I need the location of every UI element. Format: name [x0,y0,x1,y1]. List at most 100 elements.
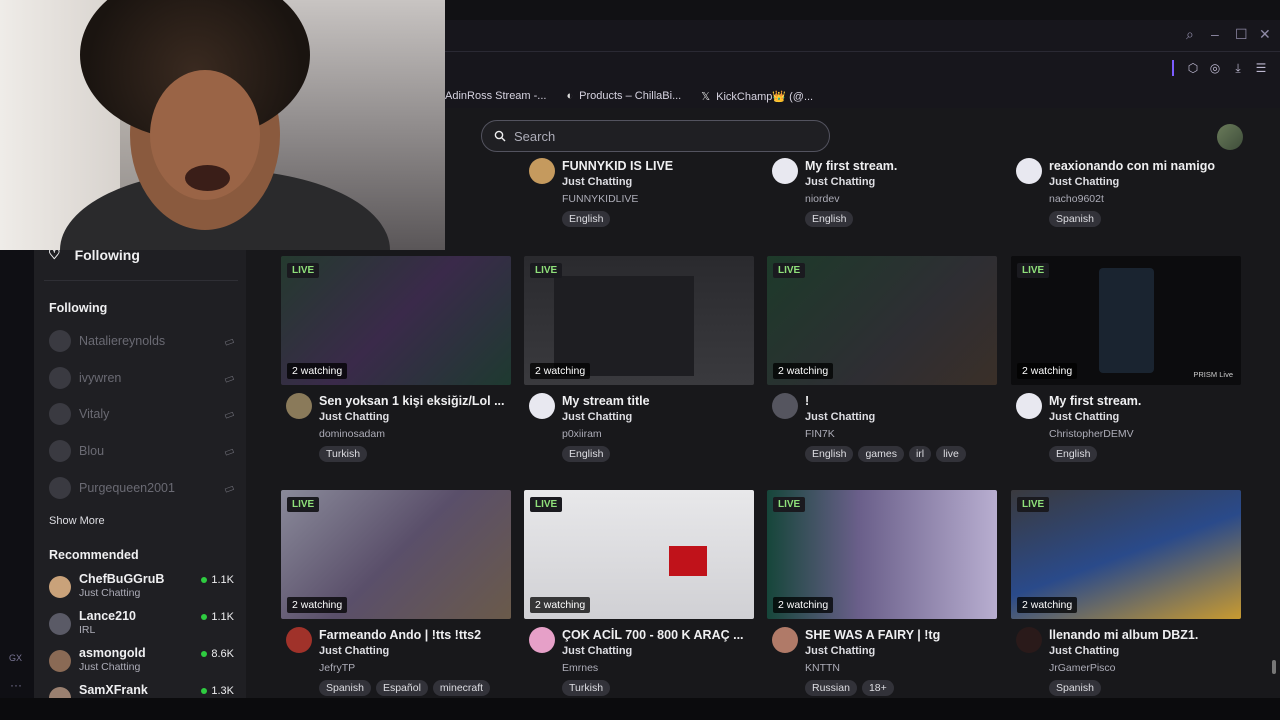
live-badge: LIVE [1017,263,1050,278]
viewer-count: 2 watching [287,597,348,613]
bookmarks-bar: AdinRoss Stream -... ◐ Products – Chilla… [445,84,1280,108]
tag[interactable]: Español [375,680,428,696]
tag[interactable]: irl [908,446,932,462]
stream-thumbnail[interactable]: LIVE 2 watching [767,256,997,385]
bookmark-adinross[interactable]: AdinRoss Stream -... [445,90,546,102]
channel-avatar[interactable] [1016,393,1042,419]
sidebar-divider [44,280,238,281]
tag[interactable]: Spanish [319,680,371,696]
sidebar-item-asmongold[interactable]: asmongold Just Chatting 8.6K [49,646,234,678]
scrollbar-thumb[interactable] [1272,660,1276,674]
video-off-icon: ▭ [222,444,236,459]
search-input[interactable]: Search [481,120,830,152]
live-dot [201,651,208,657]
sidebar-item-vitaly[interactable]: Vitaly ▭ [49,402,236,426]
avatar [49,440,71,462]
channel-avatar[interactable] [772,158,798,184]
toolbar-divider [1172,60,1174,76]
maximize-icon[interactable]: ☐ [1235,26,1248,43]
avatar [49,477,71,499]
channel-avatar[interactable] [529,627,555,653]
live-badge: LIVE [773,497,806,512]
globe-icon: ◐ [566,90,574,102]
sidebar-item-purgequeen2001[interactable]: Purgequeen2001 ▭ [49,476,236,500]
gx-logo[interactable]: GX [9,653,22,663]
tag[interactable]: Turkish [562,680,611,696]
bookmark-kickchamp[interactable]: 𝕏 KickChamp👑 (@... [701,90,813,103]
viewer-count: 2 watching [773,363,834,379]
avatar [49,403,71,425]
webcam-overlay [0,0,445,250]
channel-avatar[interactable] [1016,627,1042,653]
live-dot [201,614,208,620]
search-icon [494,130,506,142]
stream-thumbnail[interactable]: LIVE 2 watching PRISM Live [1011,256,1241,385]
extensions-icon[interactable]: ⬡ [1185,60,1201,76]
live-dot [201,688,208,694]
channel-avatar[interactable] [1016,158,1042,184]
sidebar-item-samxfrank[interactable]: SamXFrank 1.3K [49,683,234,698]
stream-thumbnail[interactable]: LIVE 2 watching [281,490,511,619]
stream-thumbnail[interactable]: LIVE 2 watching [1011,490,1241,619]
live-badge: LIVE [773,263,806,278]
profile-icon[interactable]: ◎ [1207,60,1223,76]
video-off-icon: ▭ [222,334,236,349]
following-section-title: Following [49,301,108,315]
tag[interactable]: Spanish [1049,680,1101,696]
tag[interactable]: games [858,446,904,462]
channel-avatar[interactable] [529,393,555,419]
tag[interactable]: Russian [805,680,857,696]
live-dot [201,577,208,583]
avatar [49,687,71,698]
channel-avatar[interactable] [286,393,312,419]
user-avatar[interactable] [1217,124,1243,150]
channel-avatar[interactable] [286,627,312,653]
stream-thumbnail[interactable]: LIVE 2 watching [767,490,997,619]
live-badge: LIVE [287,263,320,278]
menu-icon[interactable]: ☰ [1253,60,1269,76]
channel-avatar[interactable] [529,158,555,184]
close-icon[interactable]: ✕ [1259,26,1271,43]
tag[interactable]: English [1049,446,1098,462]
tag[interactable]: Spanish [1049,211,1101,227]
stream-thumbnail[interactable]: LIVE 2 watching [524,256,754,385]
stream-thumbnail[interactable]: LIVE 2 watching [524,490,754,619]
sidebar-item-nataliereynolds[interactable]: Nataliereynolds ▭ [49,329,236,353]
search-placeholder: Search [514,128,556,144]
tag[interactable]: live [936,446,966,462]
tag[interactable]: minecraft [432,680,491,696]
viewer-count: 2 watching [530,597,591,613]
prism-live-overlay: PRISM Live [1193,370,1233,379]
download-icon[interactable]: ⤓ [1230,60,1246,76]
live-badge: LIVE [1017,497,1050,512]
channel-avatar[interactable] [772,627,798,653]
browser-search-icon[interactable]: ⌕ [1186,26,1194,43]
tag[interactable]: English [562,211,611,227]
show-more-link[interactable]: Show More [49,515,105,527]
more-icon[interactable]: ··· [10,678,22,692]
x-logo-icon: 𝕏 [701,90,711,103]
minimize-icon[interactable]: – [1211,26,1219,42]
tag[interactable]: English [562,446,611,462]
viewer-count: 2 watching [530,363,591,379]
sidebar-item-blou[interactable]: Blou ▭ [49,439,236,463]
sidebar-item-chefbuggrub[interactable]: ChefBuGGruB Just Chatting 1.1K [49,572,234,604]
live-badge: LIVE [530,497,563,512]
stream-thumbnail[interactable]: LIVE 2 watching [281,256,511,385]
video-off-icon: ▭ [222,407,236,422]
tag[interactable]: 18+ [861,680,894,696]
bookmark-chillabi[interactable]: ◐ Products – ChillaBi... [566,90,681,102]
avatar [49,576,71,598]
avatar [49,330,71,352]
tag[interactable]: English [805,446,854,462]
sidebar-item-ivywren[interactable]: ivywren ▭ [49,366,236,390]
live-badge: LIVE [530,263,563,278]
video-off-icon: ▭ [222,481,236,496]
sidebar-item-lance210[interactable]: Lance210 IRL 1.1K [49,609,234,641]
avatar [49,613,71,635]
viewer-count: 2 watching [1017,597,1078,613]
live-badge: LIVE [287,497,320,512]
tag[interactable]: English [805,211,854,227]
tag[interactable]: Turkish [319,446,368,462]
channel-avatar[interactable] [772,393,798,419]
